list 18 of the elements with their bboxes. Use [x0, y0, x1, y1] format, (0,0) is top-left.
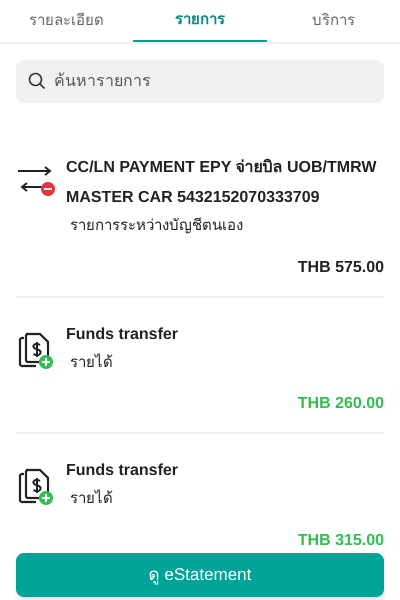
transaction-amount: THB 315.00	[298, 530, 384, 550]
search-icon	[28, 72, 46, 90]
transaction-description: รายได้	[70, 352, 114, 372]
transfer-arrows-icon	[16, 165, 56, 197]
transaction-title: Funds transfer	[66, 324, 180, 344]
transaction-description: รายได้	[70, 488, 114, 509]
transaction-amount: THB 260.00	[298, 394, 384, 414]
estatement-button[interactable]: ดู eStatement	[16, 552, 384, 596]
transaction-amount: THB 575.00	[298, 258, 384, 278]
transaction-description: รายการระหว่างบัญชีตนเอง	[70, 216, 244, 236]
money-document-icon	[18, 468, 54, 506]
money-document-icon	[18, 332, 54, 370]
tab[interactable]: รายละเอียด	[0, 0, 134, 42]
transaction-title: Funds transfer	[66, 461, 180, 481]
search-field[interactable]: ค้นหารายการ	[16, 60, 384, 103]
tab[interactable]: รายการ	[133, 0, 267, 42]
transaction-title: CC/LN PAYMENT EPY จ่ายบิล UOB/TMRW MASTER CAR 5432152070333709	[66, 158, 378, 208]
tab[interactable]: บริการ	[266, 0, 400, 42]
